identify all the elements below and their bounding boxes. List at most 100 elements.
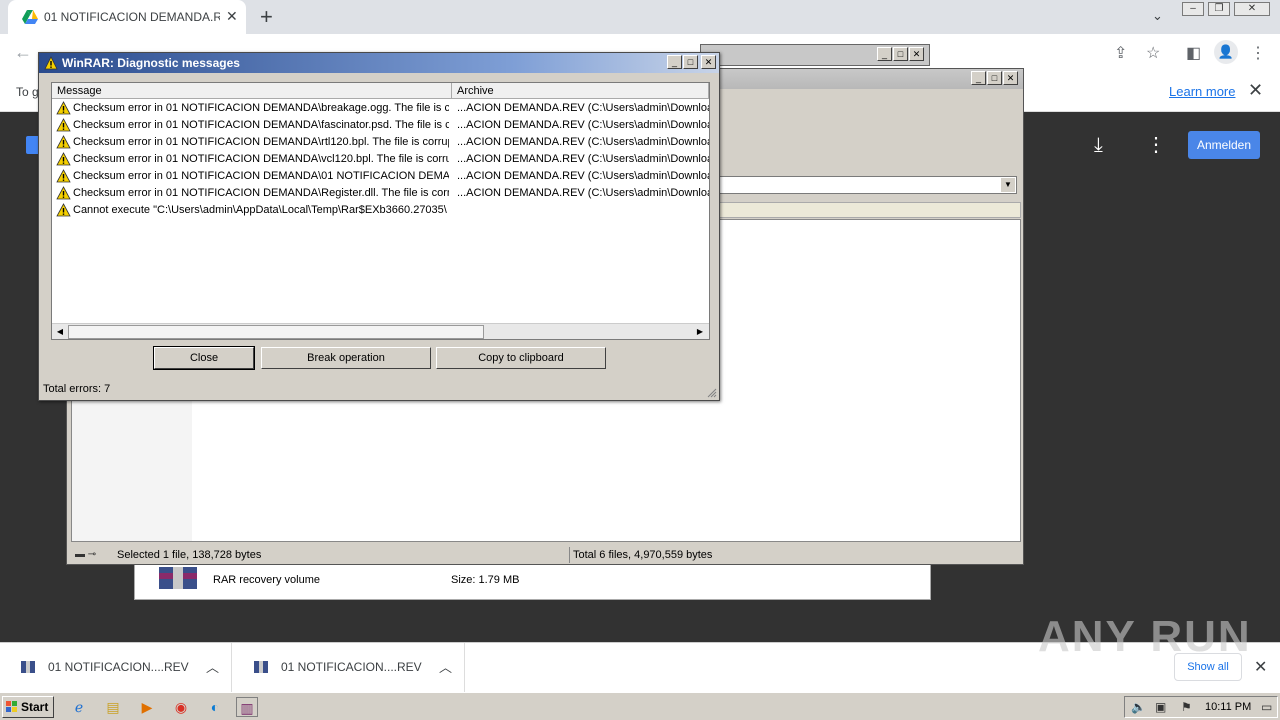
minimize-icon[interactable]: _ — [971, 71, 986, 85]
archive-text: ...ACION DEMANDA.REV (C:\Users\admin\Dow… — [457, 170, 709, 182]
start-label: Start — [21, 700, 49, 714]
winrar-file-icon — [21, 661, 35, 673]
archive-text: ...ACION DEMANDA.REV (C:\Users\admin\Dow… — [457, 102, 709, 114]
shelf-close-icon[interactable]: ✕ — [1254, 657, 1267, 677]
maximize-icon[interactable]: □ — [683, 55, 698, 69]
message-row[interactable]: Checksum error in 01 NOTIFICACION DEMAND… — [52, 151, 709, 168]
column-header-message[interactable]: Message — [52, 83, 452, 99]
message-text: Checksum error in 01 NOTIFICACION DEMAND… — [73, 153, 449, 165]
dialog-titlebar: WinRAR: Diagnostic messages _ □ ✕ — [39, 53, 719, 73]
download-item[interactable]: 01 NOTIFICACION....REV ︿ — [0, 643, 232, 693]
close-icon[interactable]: ✕ — [1003, 71, 1018, 85]
volume-icon[interactable]: 🔈 — [1131, 700, 1146, 714]
copy-to-clipboard-button[interactable]: Copy to clipboard — [436, 347, 606, 369]
message-row[interactable]: Cannot execute "C:\Users\admin\AppData\L… — [52, 202, 709, 219]
infobar-text: To g — [16, 85, 39, 99]
warning-icon — [56, 152, 71, 166]
bookmark-star-icon[interactable]: ☆ — [1146, 43, 1160, 63]
chrome-tab-strip: 01 NOTIFICACION DEMANDA.REV - Google Dri… — [0, 0, 1280, 34]
explorer-icon[interactable]: ▤ — [102, 697, 124, 717]
statusbar: ▬ ⊸ Selected 1 file, 138,728 bytes Total… — [69, 546, 1021, 564]
chrome-icon[interactable]: ◉ — [170, 697, 192, 717]
warning-icon — [44, 56, 58, 70]
download-item[interactable]: 01 NOTIFICACION....REV ︿ — [233, 643, 465, 693]
maximize-icon[interactable]: □ — [987, 71, 1002, 85]
minimize-icon[interactable]: _ — [667, 55, 682, 69]
show-desktop-icon[interactable]: ▭ — [1261, 700, 1272, 714]
message-text: Checksum error in 01 NOTIFICACION DEMAND… — [73, 187, 449, 199]
status-divider — [569, 547, 570, 563]
start-button[interactable]: Start — [2, 696, 54, 718]
close-window-icon[interactable]: ✕ — [1234, 2, 1270, 16]
close-button[interactable]: Close — [153, 346, 255, 370]
winrar-icon[interactable]: ▥ — [236, 697, 258, 717]
resize-grip-icon[interactable] — [707, 388, 717, 398]
share-icon[interactable]: ⇪ — [1114, 43, 1127, 63]
archive-text: ...ACION DEMANDA.REV (C:\Users\admin\Dow… — [457, 187, 709, 199]
chevron-up-icon[interactable]: ︿ — [439, 657, 452, 676]
taskbar: Start ℯ ▤ ▶ ◉ ◐ ▥ 🔈 ▣ ⚑ 10:11 PM ▭ — [0, 692, 1280, 720]
scroll-right-icon[interactable]: ▶ — [693, 325, 707, 339]
chevron-down-icon[interactable]: ▼ — [1001, 178, 1015, 192]
tab-close-icon[interactable]: ✕ — [226, 8, 238, 25]
warning-icon — [56, 169, 71, 183]
browser-tab[interactable]: 01 NOTIFICACION DEMANDA.REV - Google Dri… — [8, 0, 246, 34]
background-window-titlebar: _ □ ✕ — [700, 44, 930, 66]
message-row[interactable]: Checksum error in 01 NOTIFICACION DEMAND… — [52, 185, 709, 202]
more-options-icon[interactable]: ⋮ — [1146, 132, 1166, 157]
new-tab-button[interactable]: + — [260, 4, 273, 30]
signin-button[interactable]: Anmelden — [1188, 131, 1260, 159]
rar-file-item[interactable]: RAR recovery volume Size: 1.79 MB — [134, 562, 931, 600]
chevron-up-icon[interactable]: ︿ — [206, 657, 219, 676]
archive-text: ...ACION DEMANDA.REV (C:\Users\admin\Dow… — [457, 119, 709, 131]
edge-icon[interactable]: ◐ — [204, 697, 226, 717]
scroll-thumb[interactable] — [68, 325, 484, 339]
back-icon[interactable]: ← — [14, 42, 32, 63]
archive-text: ...ACION DEMANDA.REV (C:\Users\admin\Dow… — [457, 136, 709, 148]
minimize-icon[interactable]: – — [1182, 2, 1204, 16]
profile-avatar-icon[interactable]: 👤 — [1214, 40, 1238, 64]
windows-logo-icon — [6, 701, 17, 712]
menu-kebab-icon[interactable]: ⋮ — [1250, 43, 1266, 63]
media-player-icon[interactable]: ▶ — [136, 697, 158, 717]
horizontal-scrollbar[interactable]: ◀ ▶ — [52, 323, 709, 339]
flag-icon[interactable]: ⚑ — [1181, 700, 1192, 714]
learn-more-link[interactable]: Learn more — [1169, 84, 1235, 99]
message-row[interactable]: Checksum error in 01 NOTIFICACION DEMAND… — [52, 117, 709, 134]
google-drive-icon — [22, 10, 38, 24]
path-combobox[interactable]: ▼ — [717, 176, 1017, 194]
dialog-title: WinRAR: Diagnostic messages — [62, 56, 240, 70]
break-operation-button[interactable]: Break operation — [261, 347, 431, 369]
download-item-name: 01 NOTIFICACION....REV — [281, 660, 422, 674]
system-tray: 🔈 ▣ ⚑ 10:11 PM ▭ — [1124, 696, 1278, 718]
message-text: Cannot execute "C:\Users\admin\AppData\L… — [73, 204, 447, 216]
maximize-icon[interactable]: □ — [893, 47, 908, 61]
message-row[interactable]: Checksum error in 01 NOTIFICACION DEMAND… — [52, 134, 709, 151]
close-icon[interactable]: ✕ — [909, 47, 924, 61]
scroll-left-icon[interactable]: ◀ — [53, 325, 67, 339]
tab-title: 01 NOTIFICACION DEMANDA.REV - Google Dri… — [44, 10, 220, 24]
message-text: Checksum error in 01 NOTIFICACION DEMAND… — [73, 119, 449, 131]
status-selected: Selected 1 file, 138,728 bytes — [117, 549, 262, 561]
warning-icon — [56, 186, 71, 200]
close-icon[interactable]: ✕ — [701, 55, 716, 69]
minimize-icon[interactable]: _ — [877, 47, 892, 61]
ie-icon[interactable]: ℯ — [68, 697, 90, 717]
restore-icon[interactable]: ❐ — [1208, 2, 1230, 16]
side-panel-icon[interactable]: ◧ — [1186, 43, 1201, 63]
column-header-archive[interactable]: Archive — [452, 83, 709, 99]
message-row[interactable]: Checksum error in 01 NOTIFICACION DEMAND… — [52, 100, 709, 117]
network-icon[interactable]: ▣ — [1155, 700, 1166, 714]
message-text: Checksum error in 01 NOTIFICACION DEMAND… — [73, 170, 449, 182]
warning-icon — [56, 203, 71, 217]
anyrun-watermark: ANY RUN — [1038, 612, 1252, 661]
warning-icon — [56, 118, 71, 132]
message-row[interactable]: Checksum error in 01 NOTIFICACION DEMAND… — [52, 168, 709, 185]
rar-item-size: Size: 1.79 MB — [451, 574, 520, 586]
download-icon[interactable]: ⤓ — [1094, 134, 1103, 157]
tab-search-chevron-icon[interactable]: ⌄ — [1152, 8, 1163, 24]
infobar-close-icon[interactable]: ✕ — [1248, 80, 1263, 101]
clock: 10:11 PM — [1205, 701, 1252, 713]
diagnostic-dialog: WinRAR: Diagnostic messages _ □ ✕ Messag… — [38, 52, 720, 401]
messages-list[interactable]: Message Archive Checksum error in 01 NOT… — [51, 82, 710, 340]
